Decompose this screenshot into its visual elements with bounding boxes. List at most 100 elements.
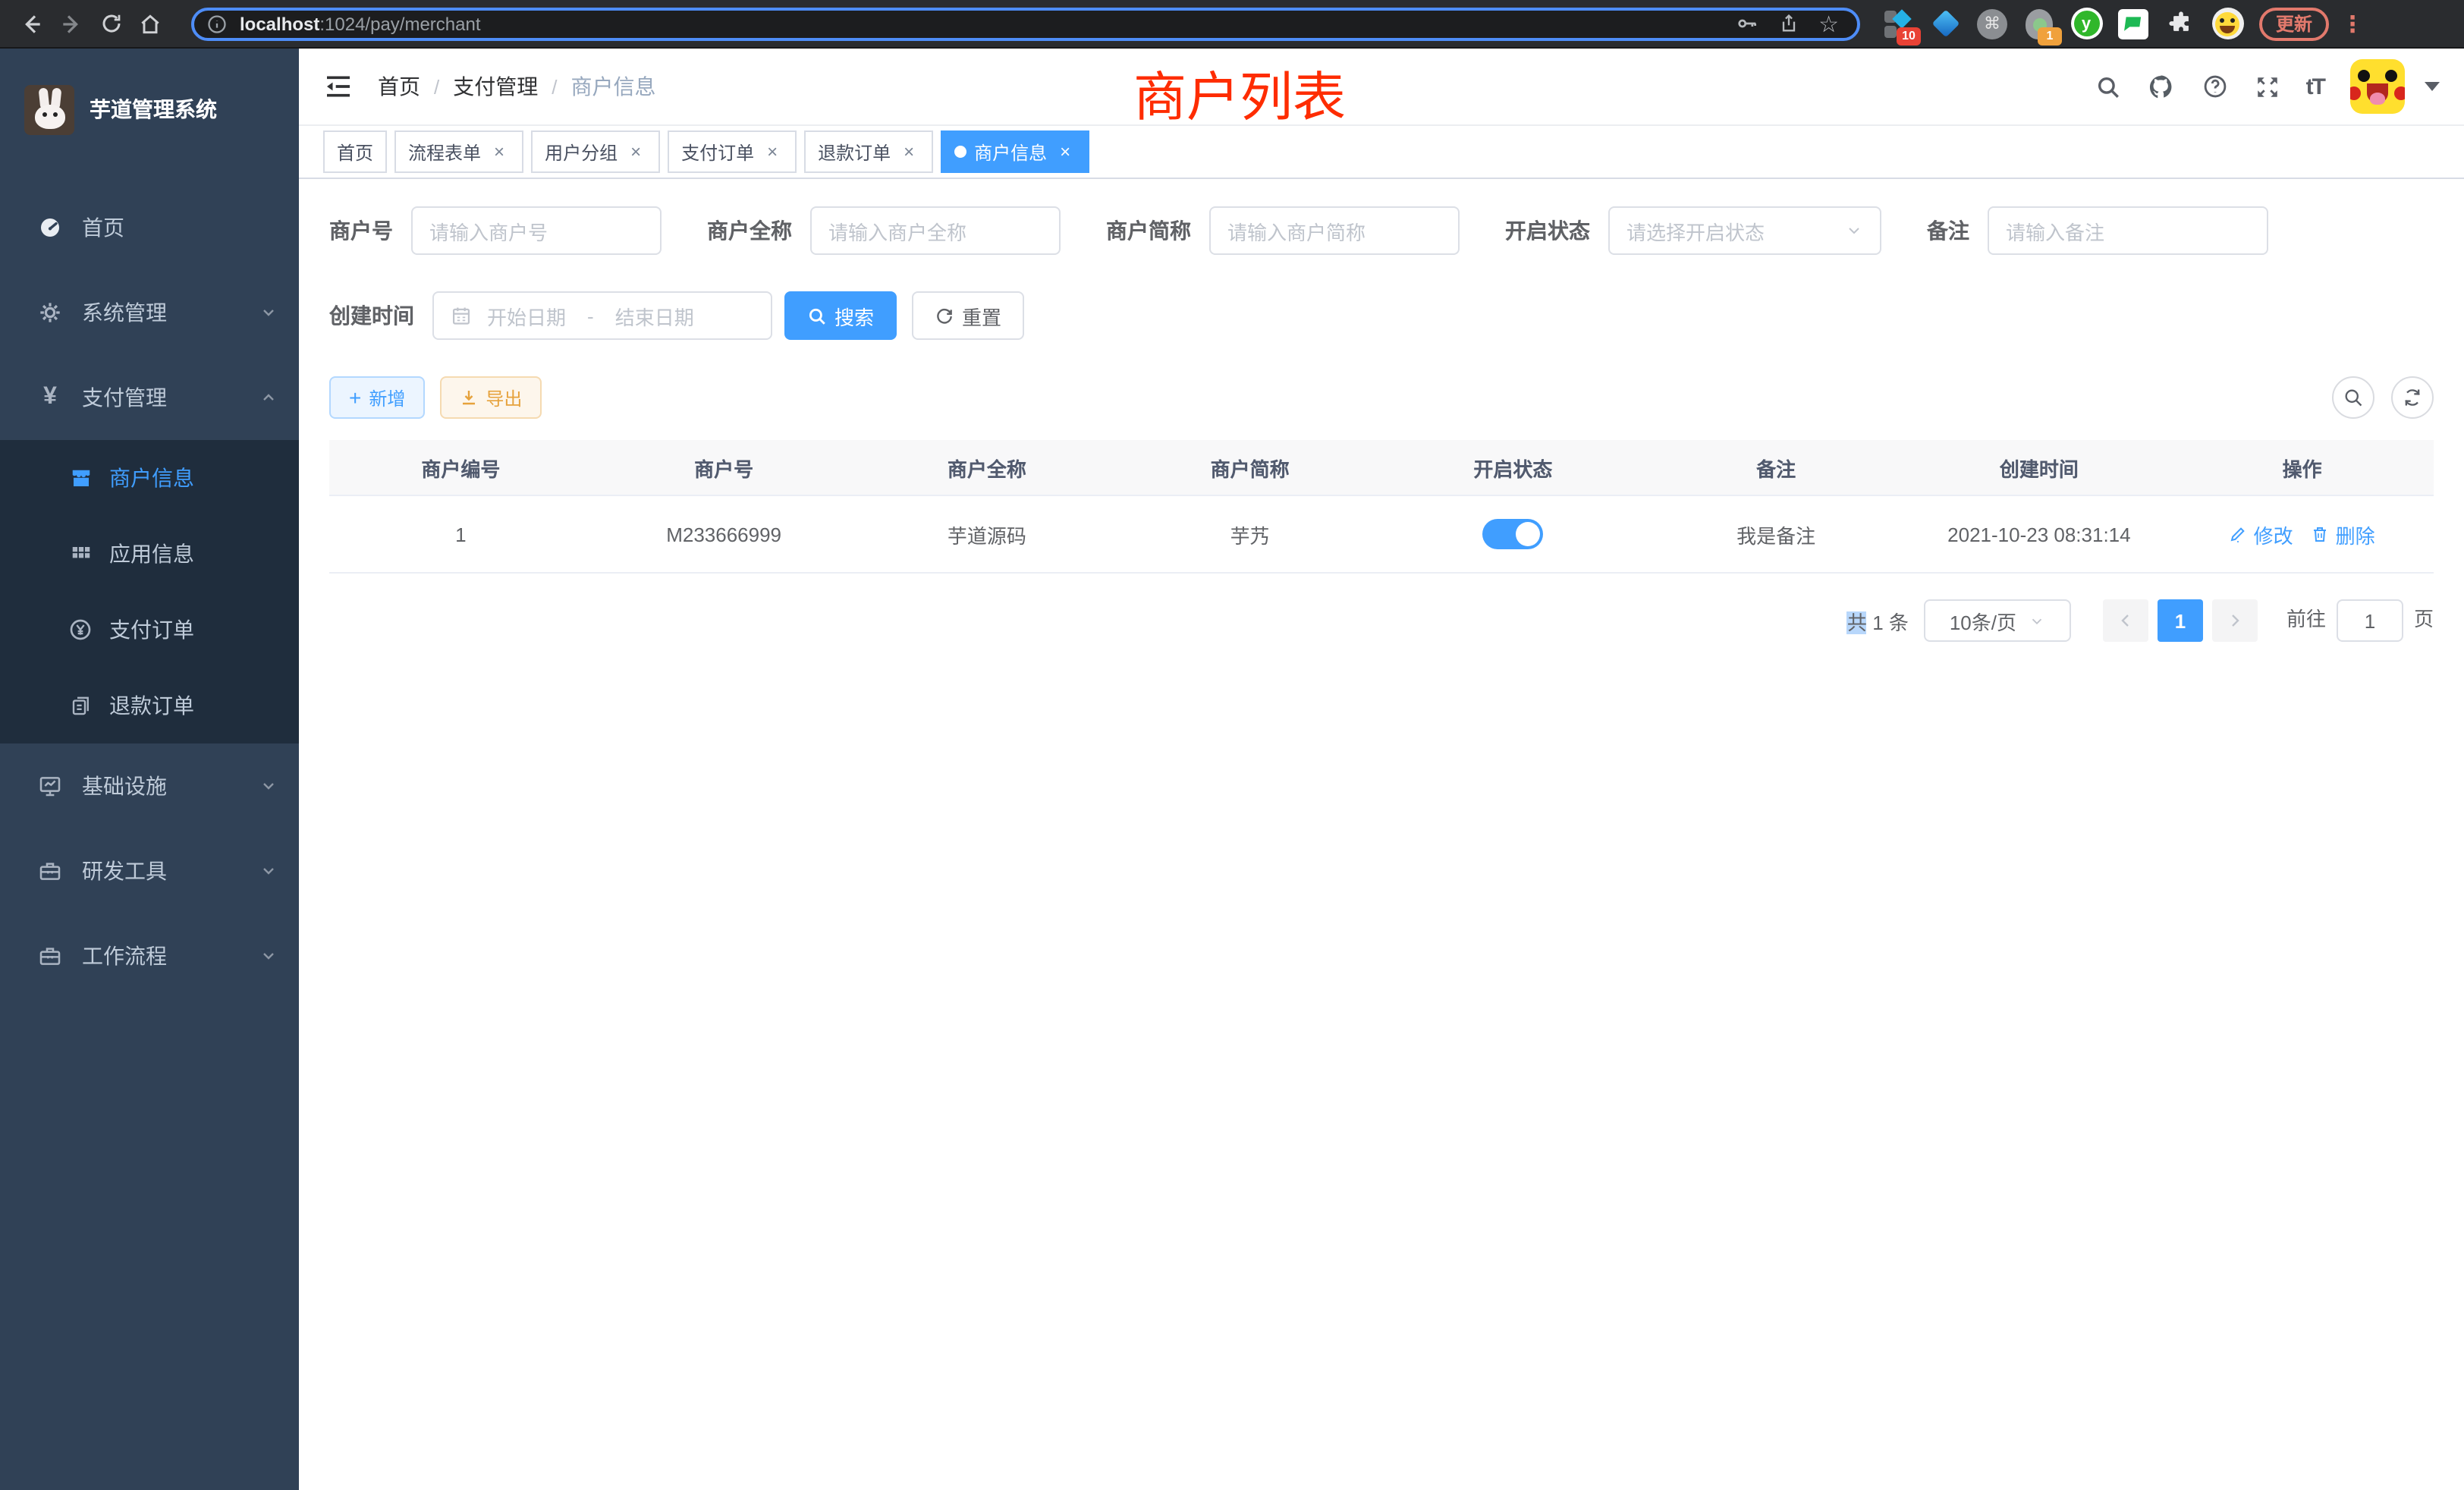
share-icon[interactable]	[1777, 12, 1799, 35]
extension-command-icon[interactable]: ⌘	[1975, 7, 2009, 40]
tab-label: 首页	[337, 139, 373, 165]
cell-merchant-short-name: 芋艿	[1118, 520, 1381, 549]
edit-link[interactable]: 修改	[2230, 520, 2293, 549]
delete-link[interactable]: 删除	[2312, 520, 2375, 549]
goto-page-input[interactable]: 1	[2337, 599, 2403, 642]
sidebar-item-app-info[interactable]: 应用信息	[0, 516, 299, 592]
font-size-icon[interactable]: tT	[2306, 74, 2324, 99]
tab-close-icon[interactable]: ×	[898, 141, 919, 162]
browser-menu-icon[interactable]: ⋮	[2341, 10, 2364, 37]
tab-merchant-info[interactable]: 商户信息×	[941, 130, 1089, 173]
column-header: 商户全称	[856, 440, 1119, 495]
avatar-dropdown-caret-icon[interactable]	[2425, 82, 2440, 91]
help-icon[interactable]	[2202, 73, 2229, 100]
breadcrumb-separator: /	[434, 75, 439, 98]
extension-meet-icon[interactable]: 10	[1881, 7, 1915, 40]
chevron-up-icon	[259, 388, 278, 407]
tab-home[interactable]: 首页	[323, 130, 387, 173]
fullscreen-icon[interactable]	[2255, 74, 2280, 99]
cell-create-time: 2021-10-23 08:31:14	[1908, 523, 2171, 545]
refresh-icon[interactable]	[2391, 376, 2434, 419]
page-number-1[interactable]: 1	[2158, 599, 2203, 642]
sidebar-item-label: 支付管理	[82, 382, 167, 413]
date-start-placeholder[interactable]: 开始日期	[487, 301, 566, 330]
shop-icon	[64, 467, 97, 489]
address-bar[interactable]: localhost:1024/pay/merchant ☆	[191, 7, 1860, 40]
export-button[interactable]: 导出	[440, 376, 542, 419]
add-button[interactable]: + 新增	[329, 376, 425, 419]
merchant-no-input[interactable]: 请输入商户号	[411, 206, 662, 255]
toggle-search-icon[interactable]	[2332, 376, 2374, 419]
tab-refund-order[interactable]: 退款订单 ×	[804, 130, 933, 173]
extension-kite-icon[interactable]	[1928, 7, 1962, 40]
user-avatar[interactable]	[2350, 59, 2405, 114]
chevron-down-icon	[259, 862, 278, 880]
back-icon[interactable]	[12, 4, 52, 43]
active-tab-dot	[954, 146, 966, 158]
sidebar-item-merchant-info[interactable]: 商户信息	[0, 440, 299, 516]
sidebar-collapse-icon[interactable]	[323, 71, 354, 102]
sidebar-logo[interactable]: 芋道管理系统	[0, 49, 299, 149]
extension-chat-icon[interactable]	[2117, 7, 2150, 40]
sidebar-item-dev-tools[interactable]: 研发工具	[0, 828, 299, 913]
remark-input[interactable]: 请输入备注	[1988, 206, 2268, 255]
reload-icon[interactable]	[91, 4, 130, 43]
search-icon[interactable]	[2095, 74, 2121, 99]
field-label: 创建时间	[329, 300, 414, 331]
table-toolbar: + 新增 导出	[329, 376, 2434, 419]
next-page-button[interactable]	[2212, 599, 2258, 642]
cell-merchant-full-name: 芋道源码	[856, 520, 1119, 549]
placeholder: 请选择开启状态	[1626, 216, 1765, 245]
tab-close-icon[interactable]: ×	[489, 141, 510, 162]
status-select[interactable]: 请选择开启状态	[1608, 206, 1881, 255]
search-button[interactable]: 搜索	[784, 291, 897, 340]
sidebar-item-infra[interactable]: 基础设施	[0, 743, 299, 828]
browser-update-button[interactable]: 更新	[2259, 7, 2329, 40]
sidebar-item-home[interactable]: 首页	[0, 185, 299, 270]
date-range-input[interactable]: 开始日期 - 结束日期	[432, 291, 772, 340]
page-size-select[interactable]: 10条/页	[1924, 599, 2071, 642]
url-text[interactable]: localhost:1024/pay/merchant	[240, 13, 481, 34]
logo-rabbit-icon	[24, 84, 74, 134]
bookmark-star-icon[interactable]: ☆	[1818, 10, 1839, 37]
prev-page-button[interactable]	[2103, 599, 2148, 642]
tab-close-icon[interactable]: ×	[625, 141, 646, 162]
sidebar-item-pay-order[interactable]: 支付订单	[0, 592, 299, 668]
tab-pay-order[interactable]: 支付订单×	[668, 130, 797, 173]
navbar-actions: tT	[2095, 59, 2440, 114]
forward-icon[interactable]	[52, 4, 91, 43]
tab-process-form[interactable]: 流程表单×	[394, 130, 523, 173]
status-toggle-on[interactable]	[1482, 519, 1543, 549]
extensions-puzzle-icon[interactable]	[2164, 7, 2197, 40]
site-info-icon[interactable]	[203, 10, 231, 37]
password-key-icon[interactable]	[1735, 12, 1758, 35]
tab-label: 退款订单	[818, 139, 891, 165]
page-content: 商户号 请输入商户号 商户全称 请输入商户全称 商户简称 请输入商户简称 开启状…	[299, 179, 2464, 1490]
delete-link-label: 删除	[2336, 520, 2375, 549]
edit-link-label: 修改	[2254, 520, 2293, 549]
chevron-down-icon	[1845, 222, 1863, 240]
merchant-short-input[interactable]: 请输入商户简称	[1209, 206, 1460, 255]
export-button-label: 导出	[486, 385, 522, 410]
merchant-name-input[interactable]: 请输入商户全称	[810, 206, 1061, 255]
breadcrumb-item[interactable]: 首页	[378, 71, 420, 102]
total-count: 1	[1872, 611, 1883, 633]
profile-avatar-icon[interactable]	[2211, 7, 2244, 40]
date-end-placeholder[interactable]: 结束日期	[615, 301, 694, 330]
extension-yudao-icon[interactable]: y	[2070, 7, 2103, 40]
sidebar-item-pay[interactable]: ¥ 支付管理	[0, 355, 299, 440]
filter-row-2: 创建时间 开始日期 - 结束日期 搜索	[329, 291, 2434, 340]
tab-close-icon[interactable]: ×	[762, 141, 783, 162]
breadcrumb-item[interactable]: 支付管理	[453, 71, 538, 102]
tab-user-group[interactable]: 用户分组×	[531, 130, 660, 173]
reset-button[interactable]: 重置	[912, 291, 1024, 340]
extension-camera-icon[interactable]: 1	[2022, 7, 2056, 40]
sidebar-item-workflow[interactable]: 工作流程	[0, 913, 299, 998]
field-label: 商户简称	[1106, 215, 1191, 246]
tab-close-icon[interactable]: ×	[1054, 141, 1076, 162]
sidebar-item-refund-order[interactable]: 退款订单	[0, 668, 299, 743]
sidebar-item-system[interactable]: 系统管理	[0, 270, 299, 355]
cell-merchant-no: M233666999	[592, 523, 856, 545]
home-icon[interactable]	[130, 4, 170, 43]
github-icon[interactable]	[2147, 72, 2176, 101]
